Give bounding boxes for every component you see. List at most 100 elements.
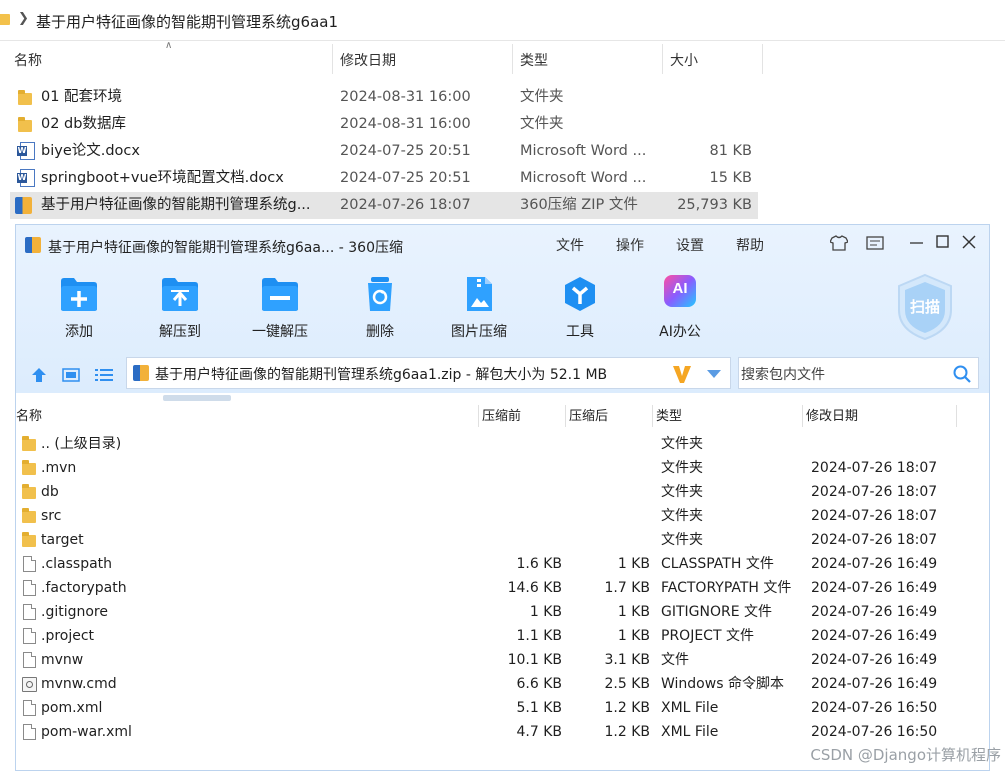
menu-settings[interactable]: 设置 (676, 235, 704, 255)
column-divider[interactable] (956, 405, 957, 427)
archive-row[interactable]: src 文件夹 2024-07-26 18:07 (16, 504, 989, 528)
archive-row[interactable]: mvnw 10.1 KB 3.1 KB 文件 2024-07-26 16:49 (16, 648, 989, 672)
chevron-right-icon[interactable]: ❯ (18, 11, 29, 26)
list-header-name[interactable]: 名称 (16, 405, 42, 429)
list-header-before[interactable]: 压缩前 (482, 405, 521, 429)
folder-icon (22, 508, 36, 523)
explorer-address-bar[interactable]: ❯ 基于用户特征画像的智能期刊管理系统g6aa1 (0, 0, 1005, 41)
archive-row-name: src (41, 508, 62, 524)
menu-help[interactable]: 帮助 (736, 235, 764, 255)
menu-file[interactable]: 文件 (556, 235, 584, 255)
maximize-icon[interactable] (936, 235, 950, 249)
search-input[interactable]: 搜索包内文件 (741, 364, 825, 384)
search-icon[interactable] (953, 365, 971, 383)
cmd-script-icon (22, 677, 37, 692)
ai-office-icon: AI (664, 275, 696, 307)
thumbnail-view-icon[interactable] (62, 368, 80, 382)
archive-row-size-before: 1 KB (529, 604, 562, 620)
column-divider[interactable] (802, 405, 803, 427)
column-divider[interactable] (512, 44, 513, 74)
archive-row[interactable]: .gitignore 1 KB 1 KB GITIGNORE 文件 2024-07-26… (16, 600, 989, 624)
column-divider[interactable] (478, 405, 479, 427)
archive-row-size-after: 1 KB (617, 628, 650, 644)
v-logo-icon[interactable] (672, 364, 692, 384)
archive-row[interactable]: pom-war.xml 4.7 KB 1.2 KB XML File 2024-07-2… (16, 720, 989, 744)
file-icon (23, 628, 36, 644)
one-click-extract-button[interactable]: 一键解压 (240, 275, 320, 345)
column-divider[interactable] (762, 44, 763, 74)
chevron-down-icon[interactable] (707, 370, 721, 378)
archive-row-name: .project (41, 628, 95, 644)
archive-row-modified: 2024-07-26 18:07 (811, 532, 938, 548)
column-header-size[interactable]: 大小 (670, 46, 698, 76)
archive-row[interactable]: .classpath 1.6 KB 1 KB CLASSPATH 文件 2024-07-… (16, 552, 989, 576)
explorer-row[interactable]: 02 db数据库 2024-08-31 16:00 文件夹 (10, 111, 758, 138)
archive-window: 基于用户特征画像的智能期刊管理系统g6aa... - 360压缩 文件 操作 设… (15, 224, 990, 771)
list-header-modified[interactable]: 修改日期 (806, 405, 858, 429)
archive-row[interactable]: target 文件夹 2024-07-26 18:07 (16, 528, 989, 552)
archive-row-size-before: 5.1 KB (516, 700, 563, 716)
archive-path-field[interactable]: 基于用户特征画像的智能期刊管理系统g6aa1.zip - 解包大小为 52.1 … (126, 357, 731, 389)
archive-row[interactable]: db 文件夹 2024-07-26 18:07 (16, 480, 989, 504)
column-divider[interactable] (565, 405, 566, 427)
archive-row-type: 文件夹 (661, 532, 703, 548)
archive-row-modified: 2024-07-26 16:50 (811, 700, 938, 716)
column-divider[interactable] (652, 405, 653, 427)
explorer-row[interactable]: biye论文.docx 2024-07-25 20:51 Microsoft Wor… (10, 138, 758, 165)
list-header-after[interactable]: 压缩后 (569, 405, 608, 429)
scan-label: 扫描 (909, 298, 940, 316)
column-header-modified[interactable]: 修改日期 (340, 46, 396, 76)
explorer-row-type: 360压缩 ZIP 文件 (520, 197, 638, 213)
scan-button[interactable]: 扫描 (893, 272, 957, 342)
archive-row-size-before: 6.6 KB (516, 676, 563, 692)
zip-archive-icon (15, 197, 32, 214)
archive-row-name: .. (上级目录) (41, 436, 122, 452)
archive-row[interactable]: .mvn 文件夹 2024-07-26 18:07 (16, 456, 989, 480)
delete-icon (368, 277, 392, 311)
column-divider[interactable] (332, 44, 333, 74)
image-compress-button[interactable]: 图片压缩 (439, 275, 519, 345)
archive-row[interactable]: .project 1.1 KB 1 KB PROJECT 文件 2024-07-26 1… (16, 624, 989, 648)
archive-row[interactable]: mvnw.cmd 6.6 KB 2.5 KB Windows 命令脚本 2024-07-… (16, 672, 989, 696)
explorer-row[interactable]: 01 配套环境 2024-08-31 16:00 文件夹 (10, 84, 758, 111)
archive-row[interactable]: .factorypath 14.6 KB 1.7 KB FACTORYPATH 文件 2… (16, 576, 989, 600)
list-header-type[interactable]: 类型 (656, 405, 682, 429)
archive-row-size-before: 14.6 KB (507, 580, 562, 596)
folder-icon (22, 460, 36, 475)
archive-row-size-before: 10.1 KB (507, 652, 562, 668)
horizontal-scroll-thumb[interactable] (163, 395, 231, 401)
archive-row[interactable]: .. (上级目录) 文件夹 (16, 432, 989, 456)
explorer-row[interactable]: springboot+vue环境配置文档.docx 2024-07-25 20:5… (10, 165, 758, 192)
archive-row-type: 文件夹 (661, 460, 703, 476)
extract-to-icon (162, 278, 198, 311)
archive-row-size-before: 4.7 KB (516, 724, 563, 740)
archive-row[interactable]: pom.xml 5.1 KB 1.2 KB XML File 2024-07-26 16… (16, 696, 989, 720)
column-header-name[interactable]: 名称 (14, 46, 42, 76)
message-icon[interactable] (866, 236, 884, 250)
archive-row-type: GITIGNORE 文件 (661, 604, 773, 620)
tools-button[interactable]: 工具 (540, 275, 620, 345)
tools-icon (565, 277, 595, 311)
up-arrow-icon[interactable] (31, 367, 47, 383)
menu-operation[interactable]: 操作 (616, 235, 644, 255)
add-icon (61, 278, 97, 311)
add-button[interactable]: 添加 (39, 275, 119, 345)
archive-row-name: mvnw (41, 652, 84, 668)
column-header-type[interactable]: 类型 (520, 46, 548, 76)
explorer-row-name: springboot+vue环境配置文档.docx (41, 170, 284, 186)
file-icon (23, 700, 36, 716)
skin-shirt-icon[interactable] (830, 235, 848, 251)
delete-button[interactable]: 删除 (340, 275, 420, 345)
minimize-icon[interactable] (910, 241, 924, 245)
explorer-path[interactable]: 基于用户特征画像的智能期刊管理系统g6aa1 (36, 11, 338, 32)
delete-label: 删除 (366, 324, 394, 340)
list-view-icon[interactable] (95, 368, 113, 382)
archive-row-type: XML File (661, 700, 719, 716)
search-field[interactable]: 搜索包内文件 (738, 357, 979, 389)
ai-office-button[interactable]: AI AI办公 (640, 275, 720, 345)
file-icon (23, 604, 36, 620)
extract-to-button[interactable]: 解压到 (140, 275, 220, 345)
column-divider[interactable] (662, 44, 663, 74)
explorer-row[interactable]: 基于用户特征画像的智能期刊管理系统g... 2024-07-26 18:07 360… (10, 192, 758, 219)
close-icon[interactable] (962, 235, 976, 249)
